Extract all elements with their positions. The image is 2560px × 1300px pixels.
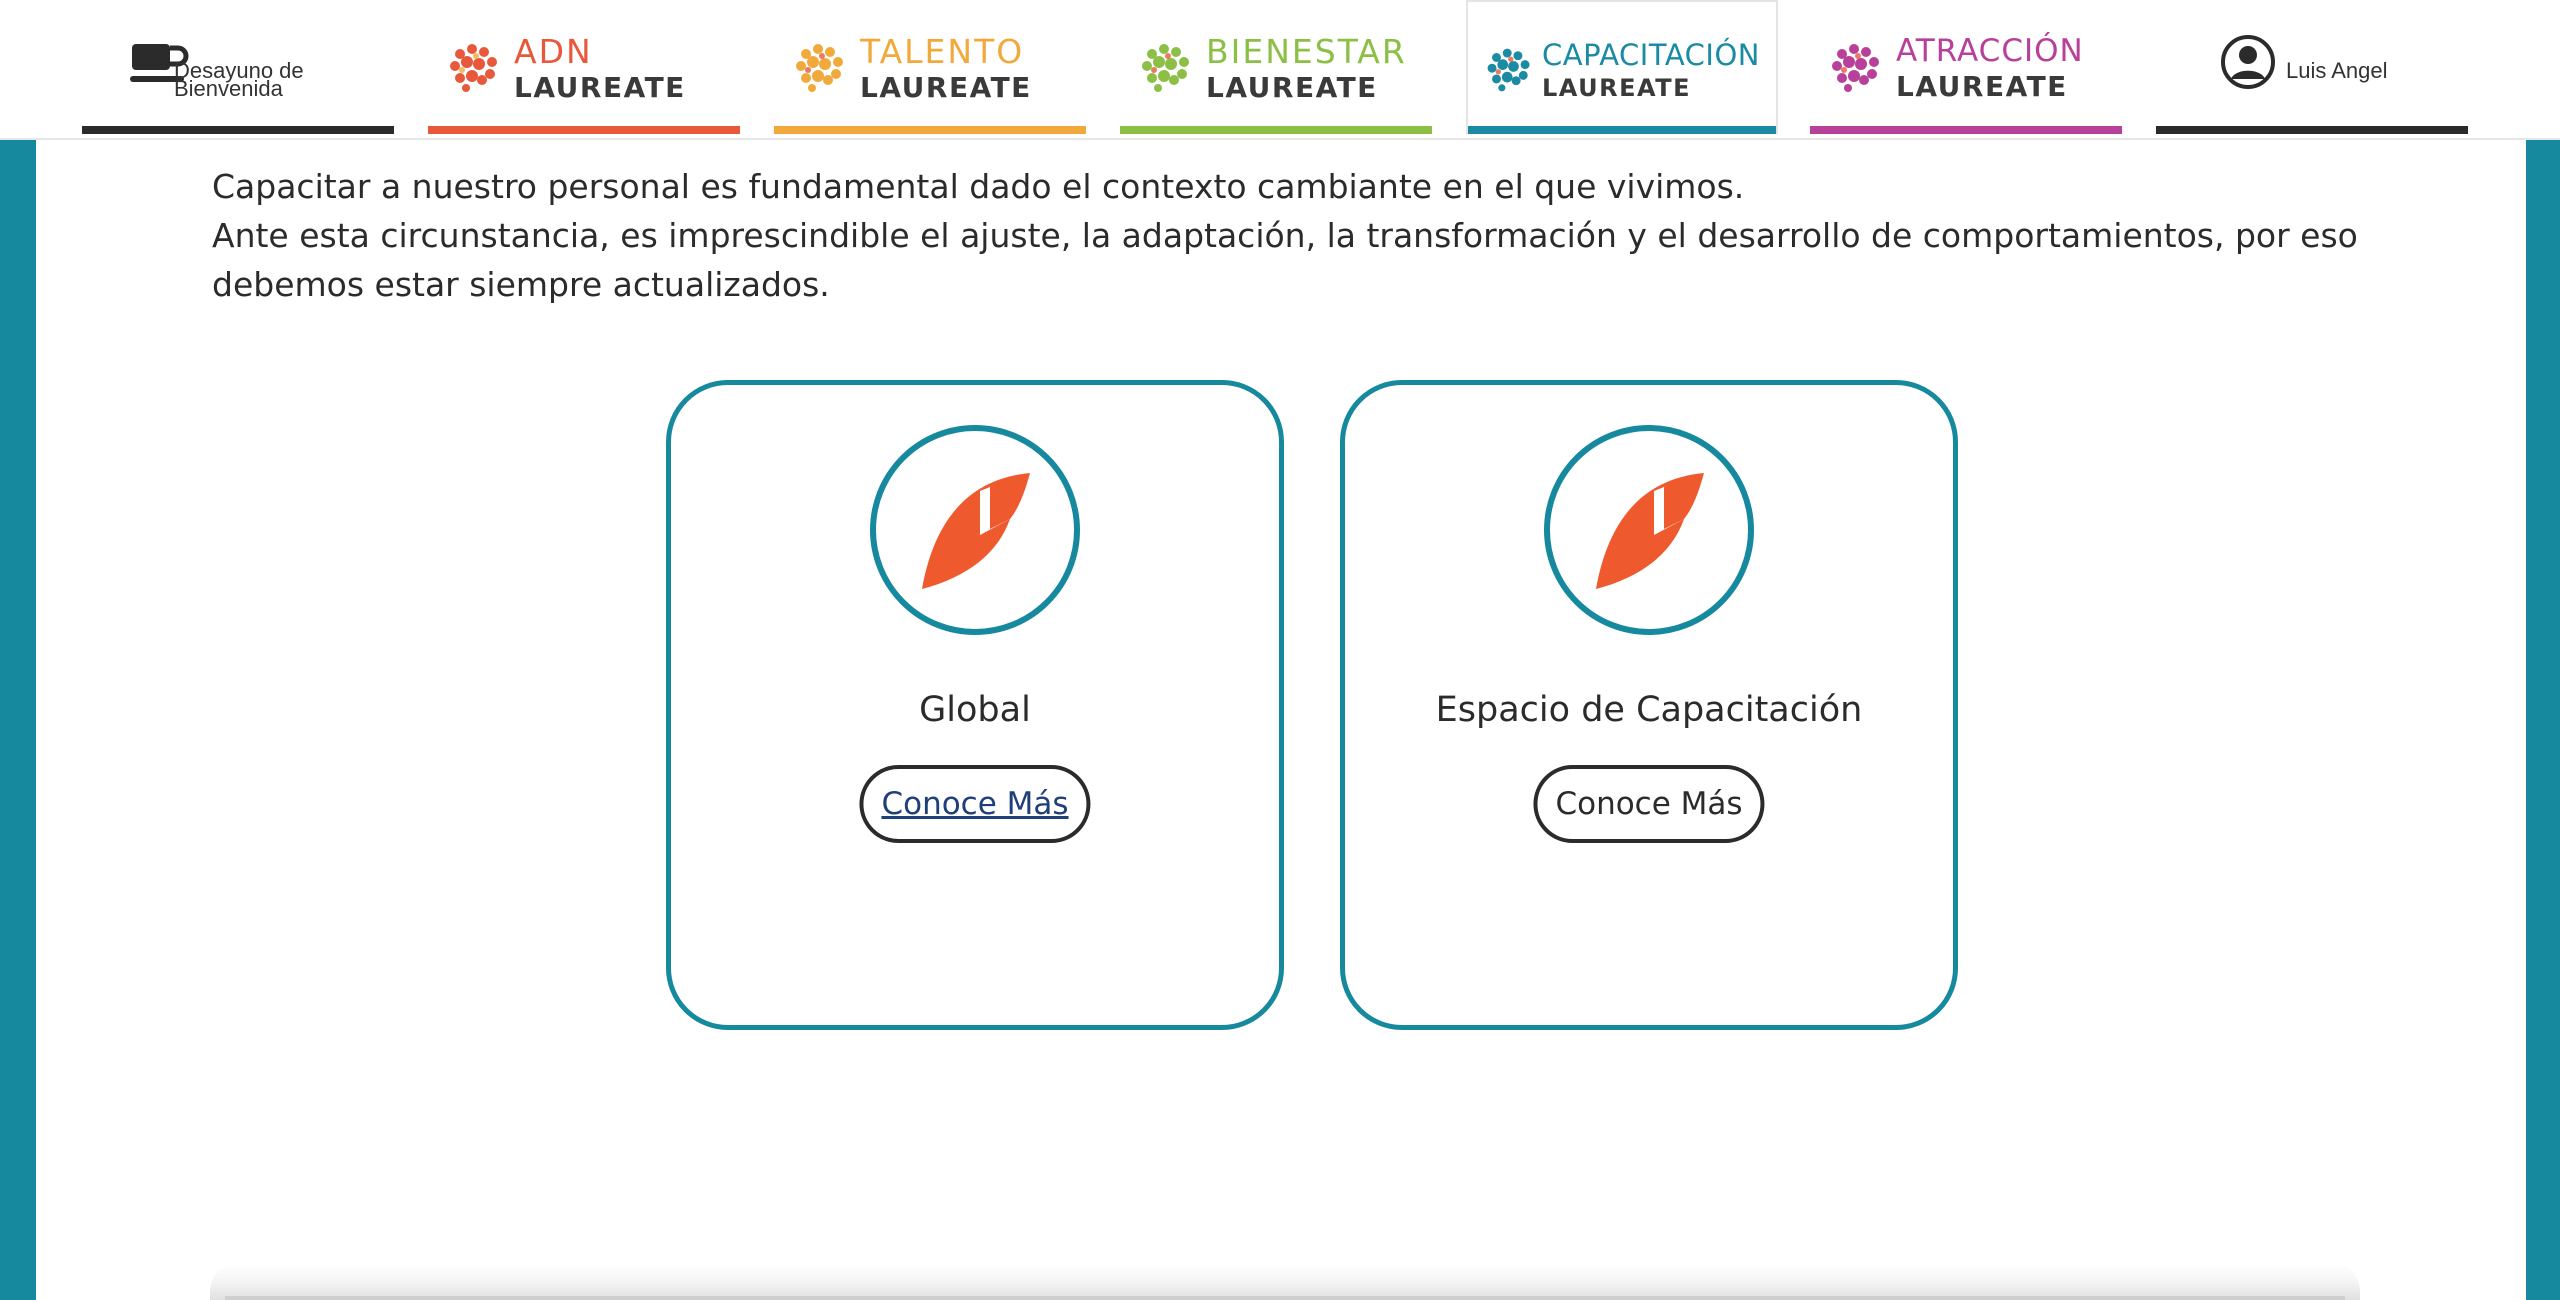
brain-icon	[796, 44, 843, 92]
underline	[1468, 126, 1776, 134]
nav-adn-sub: LAUREATE	[514, 70, 686, 104]
brand-row: TALENTO LAUREATE	[792, 28, 1076, 108]
page: Desayuno de Bienvenida ADN LAUREATE TALE…	[0, 0, 2560, 1300]
brand-row: BIENESTAR LAUREATE	[1138, 28, 1422, 108]
top-navigation: Desayuno de Bienvenida ADN LAUREATE TALE…	[0, 0, 2560, 140]
intro-line-2: Ante esta circunstancia, es imprescindib…	[212, 216, 2358, 304]
nav-item-bienestar[interactable]: BIENESTAR LAUREATE	[1120, 0, 1432, 134]
card-espacio-capacitacion: Espacio de Capacitación Conoce Más	[1340, 380, 1958, 1030]
conoce-mas-button[interactable]: Conoce Más	[859, 765, 1091, 843]
brain-icon	[1142, 44, 1189, 92]
user-name: Luis Angel	[2286, 58, 2388, 83]
nav-item-capacitacion[interactable]: CAPACITACIÓN LAUREATE	[1466, 0, 1778, 134]
card-global: Global Conoce Más	[666, 380, 1284, 1030]
brand-row: ADN LAUREATE	[446, 28, 730, 108]
nav-item-atraccion[interactable]: ATRACCIÓN LAUREATE	[1810, 0, 2122, 134]
nav-talento-sub: LAUREATE	[860, 70, 1032, 104]
bottom-panel-shadow	[210, 1262, 2360, 1300]
nav-bienestar-word: BIENESTAR	[1206, 31, 1407, 71]
underline	[1810, 126, 2122, 134]
laureate-leaf-icon	[1596, 473, 1704, 589]
card-title: Global	[919, 690, 1031, 730]
nav-talento-word: TALENTO	[860, 31, 1025, 71]
left-teal-border	[0, 140, 36, 1300]
brand-row: CAPACITACIÓN LAUREATE	[1484, 30, 1766, 110]
breakfast-group: Desayuno de Bienvenida	[82, 38, 342, 108]
underline	[774, 126, 1086, 134]
underline	[1120, 126, 1432, 134]
brain-icon	[1487, 48, 1530, 92]
breakfast-label: Desayuno de Bienvenida	[174, 58, 304, 101]
card-icon-circle	[870, 425, 1080, 635]
intro-text: Capacitar a nuestro personal es fundamen…	[212, 162, 2412, 309]
brand-row: ATRACCIÓN LAUREATE	[1828, 28, 2112, 108]
card-icon-circle	[1544, 425, 1754, 635]
nav-item-user[interactable]: Luis Angel	[2156, 0, 2468, 134]
user-avatar-icon	[2221, 35, 2275, 89]
nav-bienestar-sub: LAUREATE	[1206, 70, 1378, 104]
brain-icon	[450, 44, 497, 92]
bottom-panel-edge	[225, 1296, 2345, 1300]
underline	[428, 126, 740, 134]
nav-adn-word: ADN	[514, 31, 593, 71]
laureate-leaf-icon	[922, 473, 1030, 589]
underline	[2156, 126, 2468, 134]
nav-capacitacion-word: CAPACITACIÓN	[1542, 37, 1760, 72]
brain-icon	[1832, 44, 1879, 92]
intro-line-1: Capacitar a nuestro personal es fundamen…	[212, 167, 1745, 206]
conoce-mas-button[interactable]: Conoce Más	[1533, 765, 1765, 843]
nav-item-desayuno[interactable]: Desayuno de Bienvenida	[82, 0, 394, 134]
card-title: Espacio de Capacitación	[1435, 690, 1863, 730]
nav-item-talento[interactable]: TALENTO LAUREATE	[774, 0, 1086, 134]
nav-atraccion-sub: LAUREATE	[1896, 69, 2068, 103]
nav-item-adn[interactable]: ADN LAUREATE	[428, 0, 740, 134]
nav-capacitacion-sub: LAUREATE	[1542, 73, 1691, 102]
right-teal-border	[2526, 140, 2560, 1300]
nav-atraccion-word: ATRACCIÓN	[1896, 32, 2084, 69]
underline	[82, 126, 394, 134]
